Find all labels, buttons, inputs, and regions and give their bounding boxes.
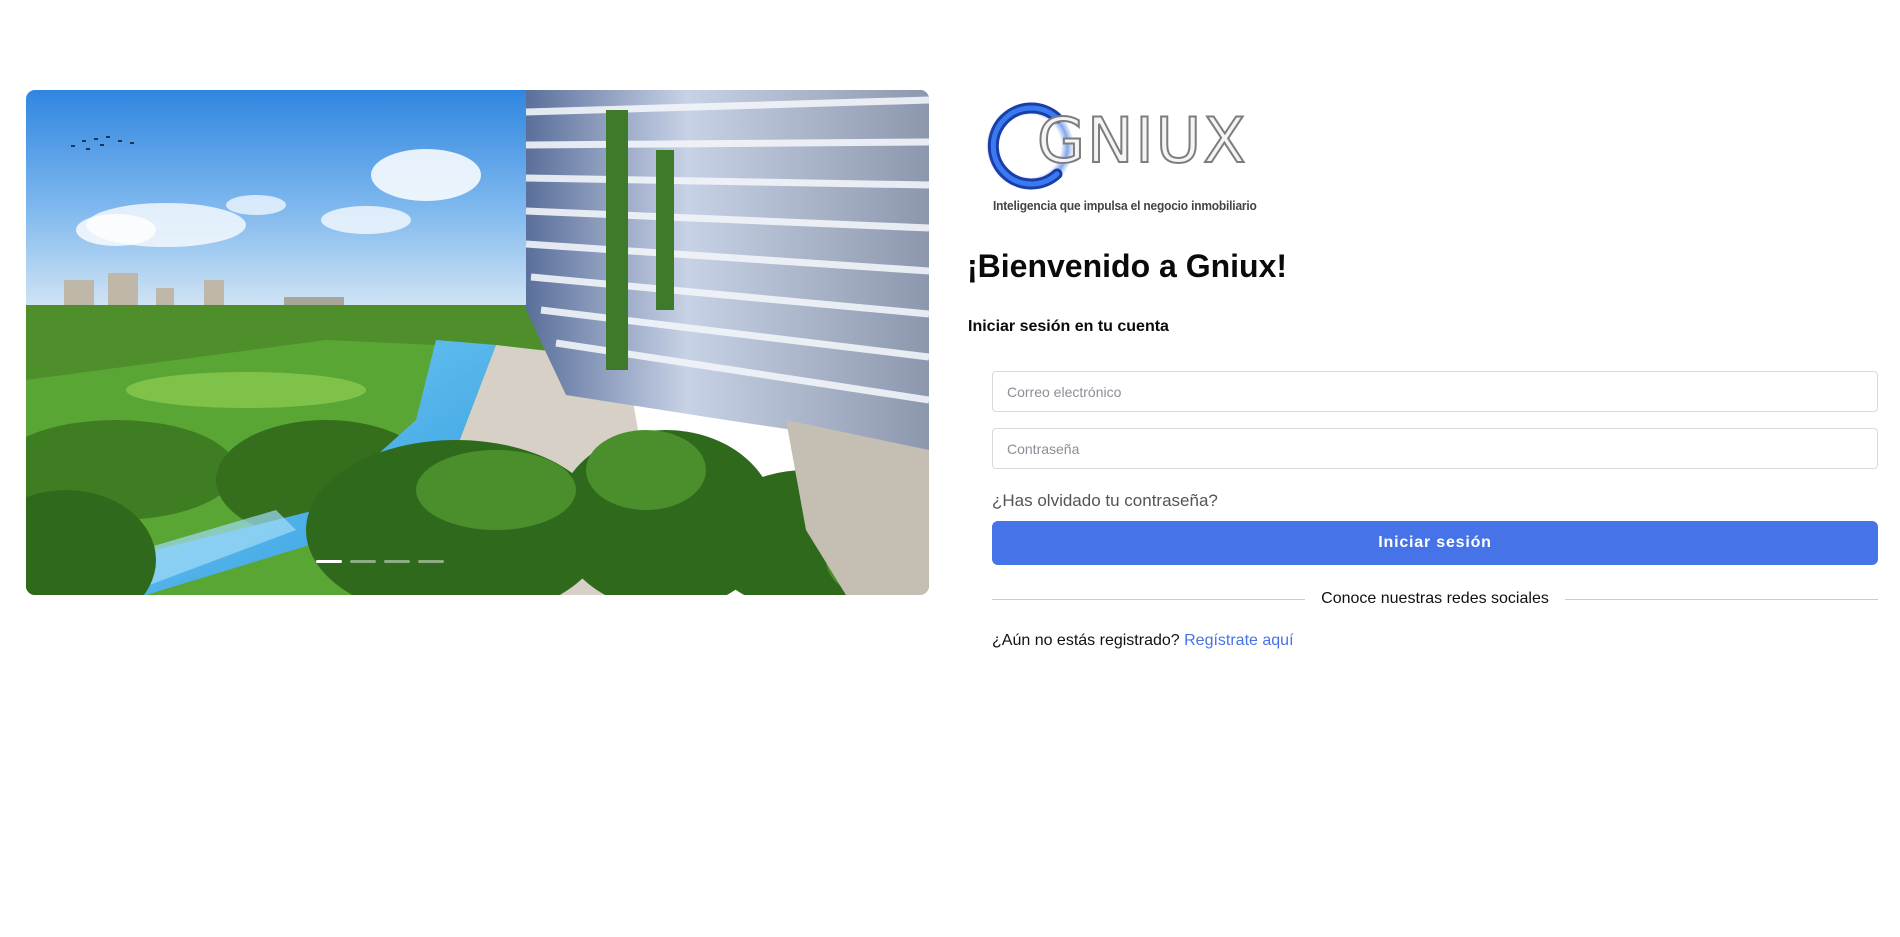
register-prompt-text: ¿Aún no estás registrado? (992, 632, 1185, 649)
register-prompt: ¿Aún no estás registrado? Regístrate aqu… (992, 632, 1294, 650)
hero-carousel[interactable] (26, 90, 929, 595)
carousel-indicator-1[interactable] (316, 560, 342, 563)
login-subtitle: Iniciar sesión en tu cuenta (968, 318, 1169, 335)
login-button[interactable]: Iniciar sesión (992, 521, 1878, 565)
carousel-indicator-2[interactable] (350, 560, 376, 563)
logo-tagline: Inteligencia que impulsa el negocio inmo… (993, 198, 1257, 213)
password-field[interactable] (992, 428, 1878, 469)
hero-image (26, 90, 929, 595)
email-field[interactable] (992, 371, 1878, 412)
register-link[interactable]: Regístrate aquí (1184, 632, 1293, 649)
social-divider-text: Conoce nuestras redes sociales (1321, 590, 1549, 607)
gniux-logo: GNIUX Inteligencia que impulsa el negoci… (985, 96, 1257, 222)
forgot-password-link[interactable]: ¿Has olvidado tu contraseña? (992, 491, 1218, 511)
divider-line-right (1564, 598, 1878, 600)
welcome-title: ¡Bienvenido a Gniux! (967, 248, 1288, 284)
logo-wordmark: GNIUX (1036, 103, 1248, 178)
carousel-indicator-4[interactable] (418, 560, 444, 563)
social-divider: Conoce nuestras redes sociales (992, 590, 1878, 608)
carousel-indicators (26, 560, 929, 563)
login-page: GNIUX Inteligencia que impulsa el negoci… (0, 0, 1900, 937)
divider-line-left (992, 598, 1306, 600)
carousel-indicator-3[interactable] (384, 560, 410, 563)
